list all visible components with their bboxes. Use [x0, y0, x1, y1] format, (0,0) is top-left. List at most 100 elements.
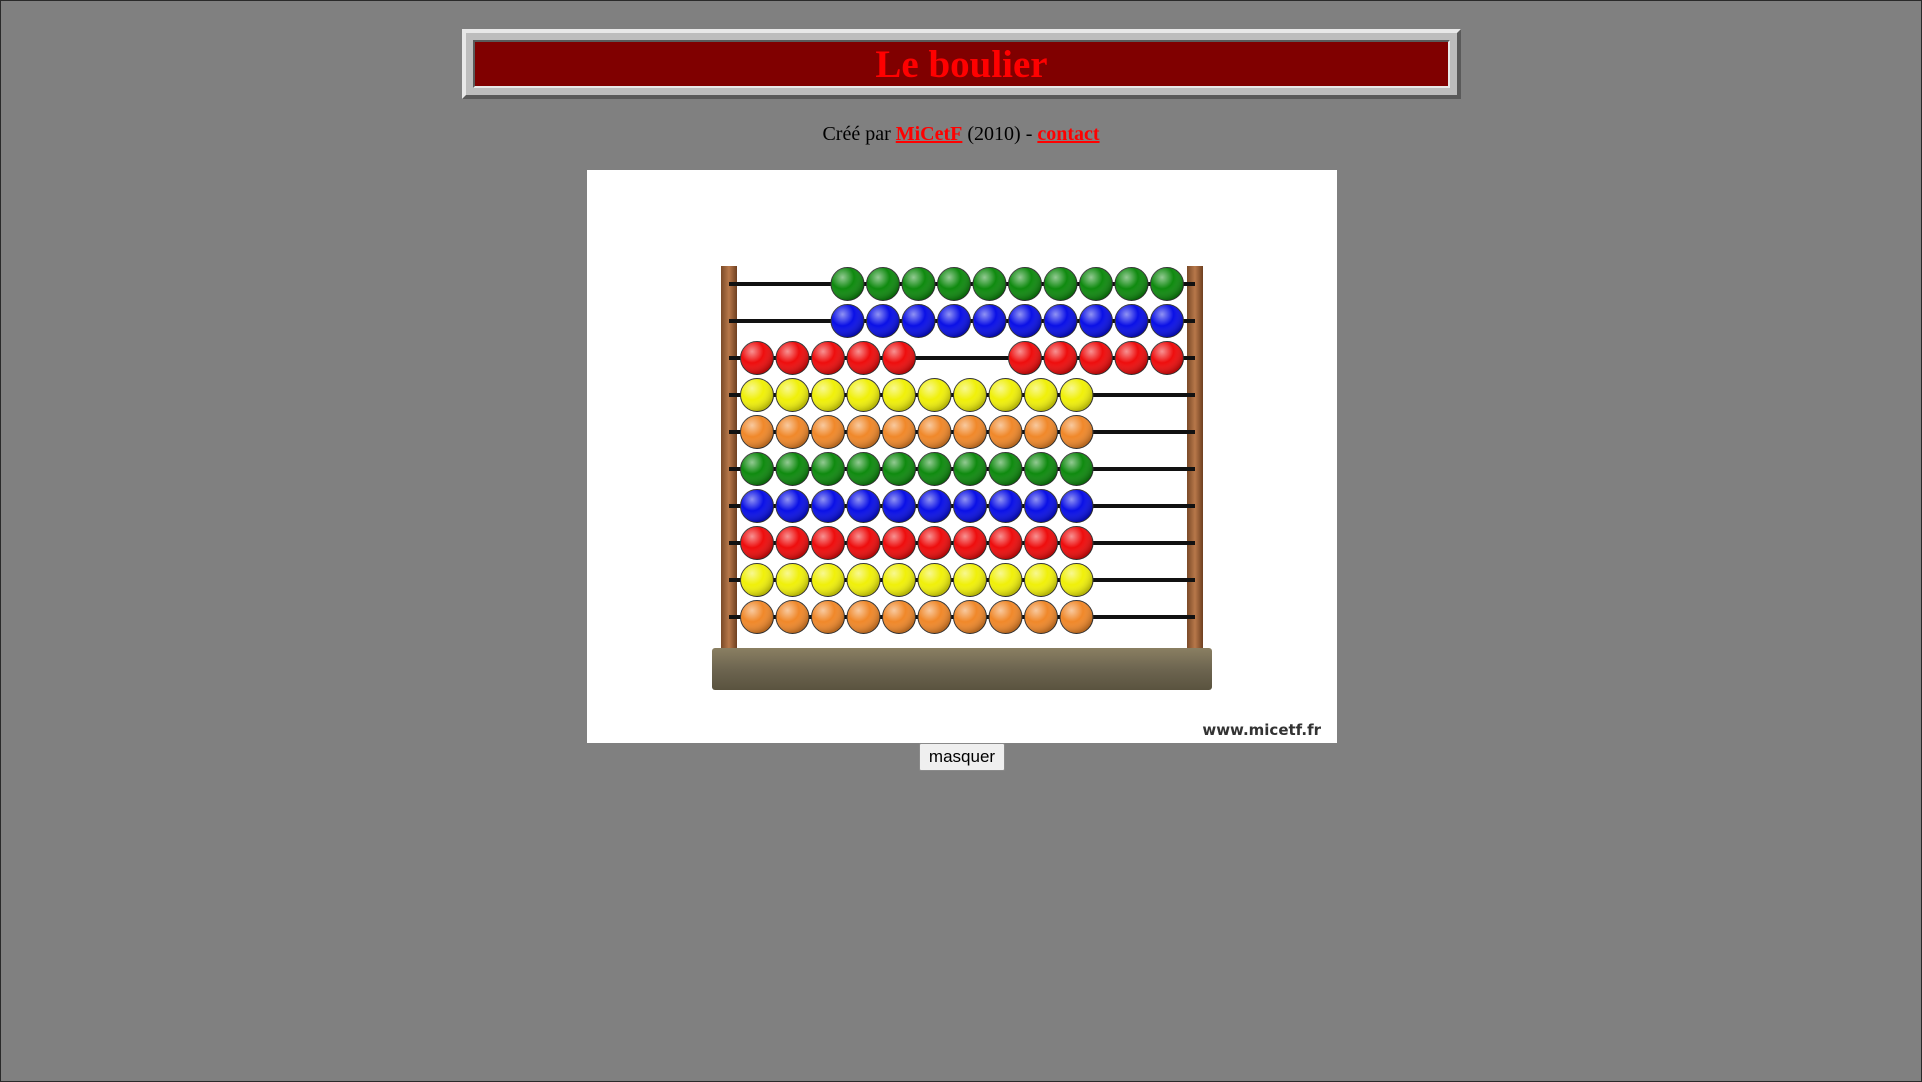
abacus-bead[interactable]	[988, 526, 1023, 560]
abacus-image[interactable]: www.micetf.fr	[587, 170, 1337, 743]
abacus-bead[interactable]	[972, 267, 1007, 301]
abacus-bead[interactable]	[775, 600, 810, 634]
abacus-bead[interactable]	[882, 489, 916, 523]
abacus-bead[interactable]	[811, 415, 845, 449]
abacus-bead[interactable]	[811, 378, 845, 412]
abacus-bead[interactable]	[811, 341, 845, 375]
abacus-bead[interactable]	[953, 452, 987, 486]
abacus-bead[interactable]	[846, 600, 881, 634]
abacus-bead[interactable]	[1043, 304, 1078, 338]
abacus-bead[interactable]	[740, 489, 774, 523]
abacus-bead[interactable]	[1024, 452, 1058, 486]
abacus-bead[interactable]	[846, 415, 881, 449]
abacus-bead[interactable]	[740, 341, 774, 375]
abacus-bead[interactable]	[1024, 600, 1058, 634]
contact-link[interactable]: contact	[1037, 123, 1099, 145]
abacus-bead[interactable]	[937, 267, 971, 301]
abacus-bead[interactable]	[882, 600, 916, 634]
abacus-bead[interactable]	[937, 304, 971, 338]
abacus-bead[interactable]	[775, 489, 810, 523]
abacus-bead[interactable]	[988, 378, 1023, 412]
abacus-bead[interactable]	[830, 304, 865, 338]
abacus-bead[interactable]	[953, 415, 987, 449]
abacus-bead[interactable]	[988, 489, 1023, 523]
abacus-bead[interactable]	[1043, 341, 1078, 375]
abacus-bead[interactable]	[1008, 341, 1042, 375]
abacus-bead[interactable]	[882, 526, 916, 560]
abacus-bead[interactable]	[1043, 267, 1078, 301]
abacus-bead[interactable]	[1150, 304, 1184, 338]
abacus-bead[interactable]	[740, 526, 774, 560]
abacus-bead[interactable]	[917, 563, 952, 597]
abacus-bead[interactable]	[811, 600, 845, 634]
abacus-bead[interactable]	[1114, 267, 1149, 301]
abacus-bead[interactable]	[1024, 526, 1058, 560]
abacus-bead[interactable]	[846, 452, 881, 486]
abacus-bead[interactable]	[775, 415, 810, 449]
author-link[interactable]: MiCetF	[896, 123, 963, 145]
abacus-bead[interactable]	[882, 452, 916, 486]
abacus-bead[interactable]	[882, 563, 916, 597]
abacus-bead[interactable]	[811, 489, 845, 523]
abacus-bead[interactable]	[740, 563, 774, 597]
abacus-bead[interactable]	[1059, 415, 1094, 449]
abacus-bead[interactable]	[972, 304, 1007, 338]
abacus-bead[interactable]	[811, 452, 845, 486]
abacus-bead[interactable]	[1079, 267, 1113, 301]
abacus-bead[interactable]	[846, 378, 881, 412]
abacus-bead[interactable]	[811, 526, 845, 560]
abacus-bead[interactable]	[988, 452, 1023, 486]
abacus-bead[interactable]	[882, 415, 916, 449]
abacus-bead[interactable]	[1114, 341, 1149, 375]
abacus-bead[interactable]	[882, 378, 916, 412]
abacus-bead[interactable]	[740, 452, 774, 486]
abacus-bead[interactable]	[882, 341, 916, 375]
abacus-bead[interactable]	[1024, 489, 1058, 523]
abacus-bead[interactable]	[917, 526, 952, 560]
abacus-bead[interactable]	[775, 378, 810, 412]
abacus-bead[interactable]	[866, 304, 900, 338]
abacus-bead[interactable]	[917, 600, 952, 634]
abacus-bead[interactable]	[1079, 304, 1113, 338]
abacus-bead[interactable]	[1024, 415, 1058, 449]
abacus-bead[interactable]	[846, 341, 881, 375]
abacus-bead[interactable]	[953, 563, 987, 597]
abacus-bead[interactable]	[953, 526, 987, 560]
abacus-bead[interactable]	[988, 563, 1023, 597]
abacus-bead[interactable]	[1024, 378, 1058, 412]
abacus-bead[interactable]	[775, 341, 810, 375]
abacus-bead[interactable]	[953, 489, 987, 523]
abacus-bead[interactable]	[1059, 600, 1094, 634]
abacus-bead[interactable]	[1114, 304, 1149, 338]
abacus-bead[interactable]	[1059, 378, 1094, 412]
abacus-bead[interactable]	[917, 415, 952, 449]
abacus-bead[interactable]	[988, 600, 1023, 634]
abacus-bead[interactable]	[1150, 267, 1184, 301]
abacus-bead[interactable]	[775, 563, 810, 597]
abacus-bead[interactable]	[866, 267, 900, 301]
abacus-bead[interactable]	[1150, 341, 1184, 375]
abacus-bead[interactable]	[846, 563, 881, 597]
abacus-bead[interactable]	[901, 304, 936, 338]
abacus-bead[interactable]	[740, 600, 774, 634]
abacus-bead[interactable]	[1079, 341, 1113, 375]
abacus-bead[interactable]	[1008, 304, 1042, 338]
abacus-bead[interactable]	[830, 267, 865, 301]
abacus-bead[interactable]	[901, 267, 936, 301]
abacus-bead[interactable]	[1059, 452, 1094, 486]
abacus-bead[interactable]	[1008, 267, 1042, 301]
abacus-bead[interactable]	[775, 526, 810, 560]
abacus-bead[interactable]	[953, 378, 987, 412]
abacus-bead[interactable]	[988, 415, 1023, 449]
abacus-bead[interactable]	[740, 378, 774, 412]
abacus-bead[interactable]	[953, 600, 987, 634]
abacus-bead[interactable]	[775, 452, 810, 486]
abacus-bead[interactable]	[811, 563, 845, 597]
abacus-bead[interactable]	[846, 489, 881, 523]
abacus-bead[interactable]	[917, 452, 952, 486]
abacus-bead[interactable]	[917, 378, 952, 412]
hide-button[interactable]: masquer	[919, 743, 1005, 771]
abacus-bead[interactable]	[917, 489, 952, 523]
abacus-bead[interactable]	[1059, 489, 1094, 523]
abacus-bead[interactable]	[1024, 563, 1058, 597]
